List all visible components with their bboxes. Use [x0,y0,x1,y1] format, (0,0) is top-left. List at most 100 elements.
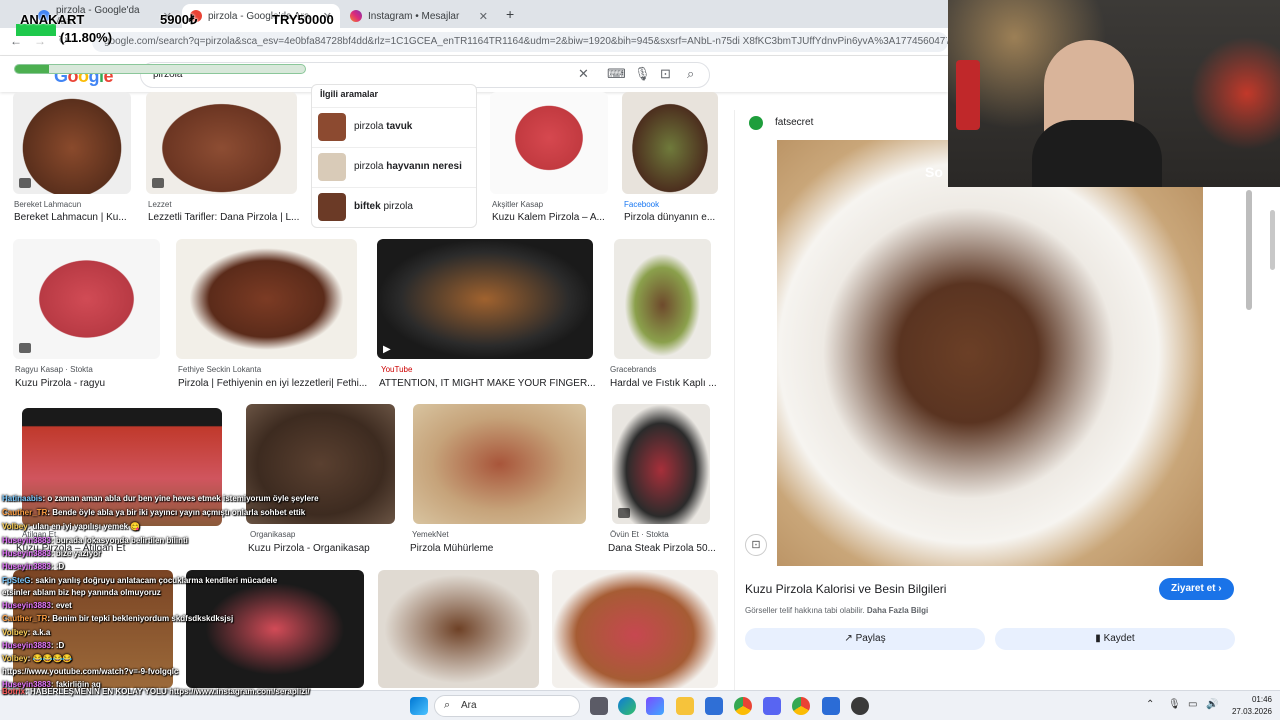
preview-source[interactable]: fatsecret [775,117,813,128]
result-title[interactable]: Lezzetli Tarifler: Dana Pirzola | L... [148,212,299,223]
microphone-icon [956,60,980,130]
chat-message: Huseyin3883: evet [2,601,72,610]
result-source[interactable]: Facebook [624,200,659,209]
related-item[interactable]: pirzola hayvanın neresi [312,147,476,185]
result-title[interactable]: Kuzu Pirzola - ragyu [15,378,105,389]
url-text: google.com/search?q=pirzola&sca_esv=4e0b… [104,36,948,47]
file-explorer-icon[interactable] [676,697,694,715]
result-title[interactable]: Bereket Lahmacun | Ku... [14,212,127,223]
result-source[interactable]: YouTube [381,365,412,374]
result-source[interactable]: Bereket Lahmacun [14,200,81,209]
tray-chevron-icon[interactable]: ⌃ [1146,699,1154,710]
volume-icon[interactable]: 🔊 [1206,699,1218,710]
result-title[interactable]: Kuzu Pirzola - Organikasap [248,543,370,554]
address-bar[interactable]: google.com/search?q=pirzola&sca_esv=4e0b… [92,32,948,52]
page-scrollbar[interactable] [1270,210,1275,270]
preview-overlay-text: So [925,164,943,180]
windows-taskbar: Botrix: HABERLEŞMENİN EN KOLAY YOLU http… [0,687,1280,720]
save-button[interactable]: ▮ Kaydet [995,628,1235,650]
close-icon[interactable]: ✕ [479,10,488,23]
result-title[interactable]: Hardal ve Fıstık Kaplı ... [610,378,717,389]
lens-icon[interactable]: ⊡ [745,534,767,556]
result-source[interactable]: Ragyu Kasap · Stokta [15,365,93,374]
chat-message: Volbey: 😂😂😂😂 [2,654,73,663]
result-image[interactable] [612,404,710,524]
result-image[interactable] [490,92,608,194]
start-windows-icon[interactable] [410,697,428,715]
result-title[interactable]: Pirzola | Fethiyenin en iyi lezzetleri| … [178,378,367,389]
result-image[interactable] [13,239,160,359]
panel-scrollbar[interactable] [1246,190,1252,310]
result-source[interactable]: Lezzet [148,200,172,209]
new-tab-button[interactable]: + [506,6,514,22]
result-title[interactable]: Dana Steak Pirzola 50... [608,543,716,554]
tab-label: Instagram • Mesajlar [368,10,460,22]
chat-message: etsinler ablam biz hep yanında olmuyoruz [2,588,161,597]
result-source[interactable]: Fethiye Seckin Lokanta [178,365,261,374]
result-title[interactable]: Pirzola Mühürleme [410,543,493,554]
related-text: pirzola hayvanın neresi [354,161,462,172]
result-source[interactable]: Akşitler Kasap [492,200,543,209]
result-source[interactable]: Övün Et · Stokta [610,530,669,539]
result-image[interactable] [176,239,357,359]
lens-icon[interactable]: ⊡ [660,66,671,82]
preview-title[interactable]: Kuzu Pirzola Kalorisi ve Besin Bilgileri [745,582,946,596]
result-image-video[interactable]: ▶ [377,239,593,359]
result-image[interactable] [614,239,711,359]
tab-instagram[interactable]: Instagram • Mesajlar ✕ [342,4,496,28]
result-image[interactable] [186,570,364,688]
discord-icon[interactable] [763,697,781,715]
share-button[interactable]: ↗ Paylaş [745,628,985,650]
result-image[interactable] [246,404,395,524]
goal-percent: (11.80%) [60,30,113,45]
result-title[interactable]: Pirzola dünyanın e... [624,212,715,223]
chat-message: Hatinaabis: o zaman aman abla dur ben yi… [2,494,319,503]
keyboard-icon[interactable]: ⌨ [607,66,626,82]
preview-image[interactable]: So [777,140,1203,566]
chat-message: Huseyin3883: burada lokasyonda belirtile… [2,536,188,545]
result-image[interactable] [146,92,297,194]
chrome-icon[interactable] [734,697,752,715]
chat-link[interactable]: https://www.youtube.com/watch?v=-9-fvolg… [2,667,178,676]
streamer-body [1032,120,1162,187]
system-clock[interactable]: 01:46 27.03.2026 [1232,694,1272,718]
forward-arrow-icon[interactable]: → [34,34,46,48]
result-source[interactable]: Gracebrands [610,365,656,374]
chat-message: Volbey: ulan en iyi yapılışı yemek 😋 [2,522,141,531]
clock-date: 27.03.2026 [1231,707,1272,716]
app-icon[interactable] [822,697,840,715]
chrome-active-icon[interactable] [792,697,810,715]
learn-more-link[interactable]: Daha Fazla Bilgi [867,606,928,615]
result-source[interactable]: YemekNet [412,530,449,539]
clear-icon[interactable]: ✕ [578,66,589,82]
result-title[interactable]: ATTENTION, IT MIGHT MAKE YOUR FINGER... [379,378,596,389]
image-preview-panel: fatsecret So ⊡ Kuzu Pirzola Kalorisi ve … [734,110,1256,690]
mic-icon[interactable]: 🎙 [634,66,651,82]
back-arrow-icon[interactable]: ← [10,34,22,48]
store-icon[interactable] [705,697,723,715]
task-view-icon[interactable] [590,697,608,715]
related-item[interactable]: pirzola tavuk [312,107,476,145]
copilot-icon[interactable] [646,697,664,715]
result-image[interactable] [378,570,539,688]
visit-button[interactable]: Ziyaret et › [1159,578,1234,600]
mic-tray-icon[interactable]: 🎙 [1168,699,1181,710]
result-source[interactable]: Organikasap [250,530,295,539]
browser-tab-strip: pirzola - Google'da Ara ✕ pirzola - Goog… [0,0,948,28]
related-thumb [318,152,346,181]
result-title[interactable]: Kuzu Kalem Pirzola – A... [492,212,605,223]
goal-progress-bar [14,64,306,74]
obs-icon[interactable] [851,697,869,715]
search-icon[interactable]: ⌕ [687,66,694,82]
instagram-favicon-icon [350,10,362,22]
result-image[interactable] [413,404,586,524]
result-image[interactable] [552,570,718,688]
taskbar-search[interactable]: ⌕ Ara [434,695,580,717]
edge-browser-icon[interactable] [618,697,636,715]
related-item[interactable]: biftek pirzola [312,187,476,225]
clock-time: 01:46 [1251,695,1272,704]
result-image[interactable] [622,92,718,194]
network-icon[interactable]: ▭ [1188,699,1197,710]
result-image[interactable] [13,92,131,194]
chat-message: Cauther_TR: Bende öyle abla ya bir iki y… [2,508,306,517]
